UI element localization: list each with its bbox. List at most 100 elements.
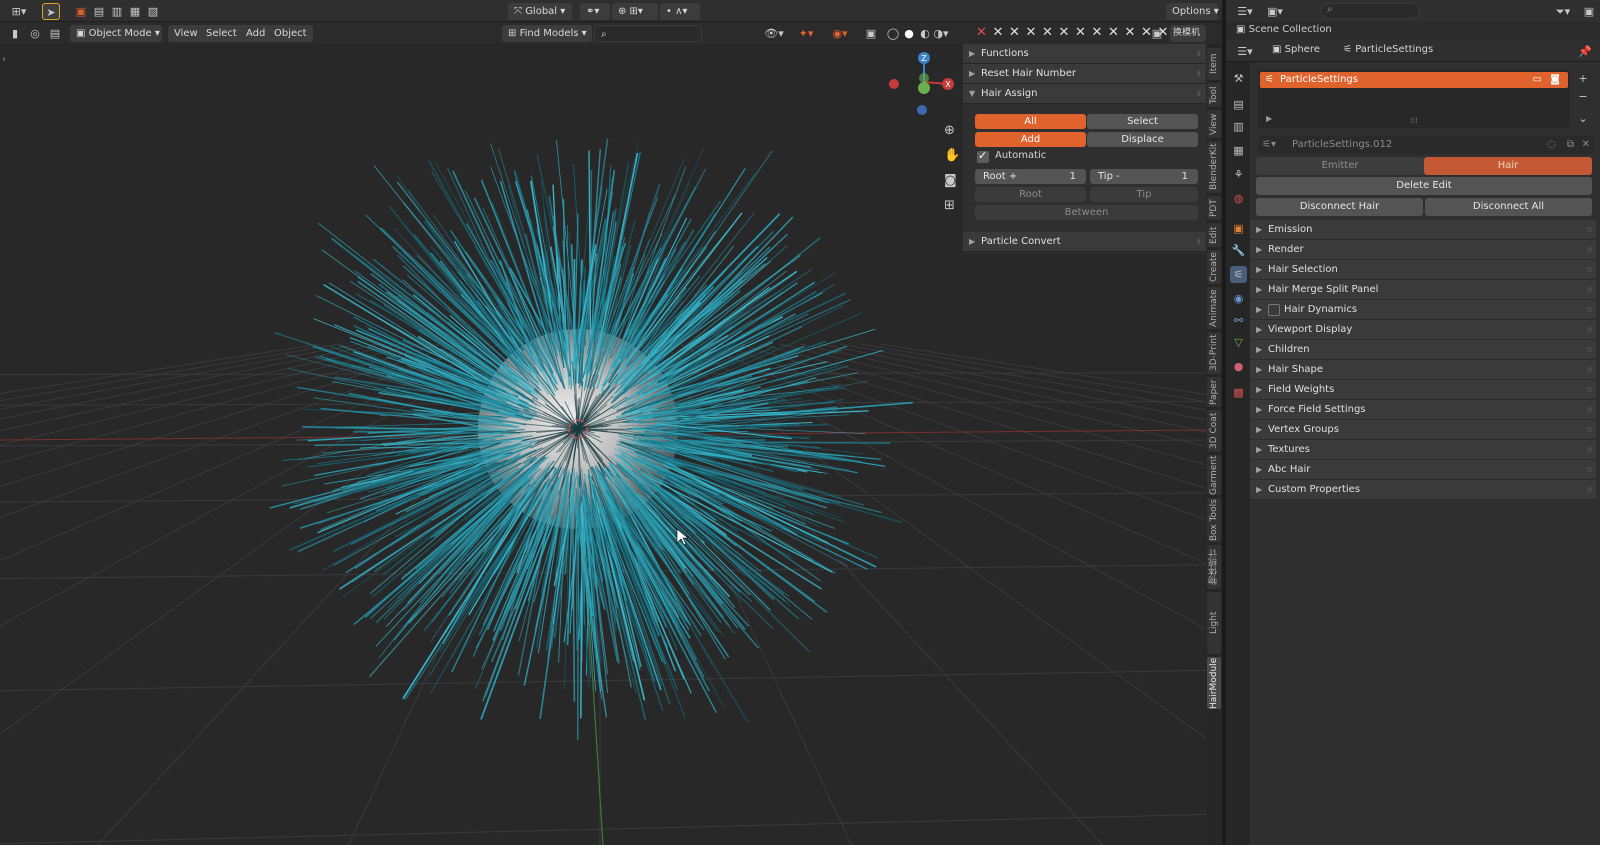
camera-view-icon[interactable]: ◎ <box>26 25 44 42</box>
options-dropdown[interactable]: Options ▾ <box>1166 3 1219 20</box>
addon-marker-icon[interactable]: ✕ <box>1009 24 1020 42</box>
all-button[interactable]: All <box>975 114 1086 129</box>
grip-icon[interactable]: ⁞⁞ <box>1587 260 1592 280</box>
sidebar-tab-13[interactable]: Box Tools <box>1207 498 1221 542</box>
addon-marker-icon[interactable]: ✕ <box>976 24 987 42</box>
grip-icon[interactable]: ⁞⁞ <box>1587 480 1592 500</box>
select-tool-icon[interactable]: ➤ <box>42 3 60 20</box>
addon-marker-icon[interactable]: ✕ <box>1042 24 1053 42</box>
select-box-icon[interactable]: ▣ <box>72 3 90 20</box>
grip-icon[interactable]: ⁞⁞ <box>1587 300 1592 320</box>
addon-marker-icon[interactable]: ✕ <box>1125 24 1136 42</box>
add-slot-icon[interactable]: + <box>1574 70 1592 87</box>
section-render[interactable]: ▶ Render ⁞⁞ <box>1250 240 1596 260</box>
scene-tab-icon[interactable]: ⚘ <box>1230 166 1247 183</box>
scene-collection-row[interactable]: ▣ Scene Collection <box>1236 24 1332 35</box>
visibility-dropdown-icon[interactable]: 👁▾ <box>760 25 788 42</box>
toolbar-expand-icon[interactable]: › <box>2 54 6 65</box>
editor-type-icon[interactable]: ⊞▾ <box>6 3 32 20</box>
grip-icon[interactable]: ⁞⁞ <box>1587 360 1592 380</box>
grip-icon[interactable]: ⁞⁞ <box>1197 44 1201 64</box>
sidebar-tab-11[interactable]: 3D Coat <box>1207 410 1221 452</box>
section-hair-merge-split-panel[interactable]: ▶ Hair Merge Split Panel ⁞⁞ <box>1250 280 1596 300</box>
overlays-toggle-icon[interactable]: ◉▾ <box>826 25 854 42</box>
transform-orientation-dropdown[interactable]: ⤧ Global ▾ <box>508 3 572 20</box>
sidebar-tab-14[interactable]: 物体统计 <box>1207 545 1221 589</box>
sidebar-tab-16[interactable]: HairModule <box>1207 657 1221 709</box>
particles-tab-icon[interactable]: ⚟ <box>1230 266 1247 283</box>
section-custom-properties[interactable]: ▶ Custom Properties ⁞⁞ <box>1250 480 1596 500</box>
grip-icon[interactable]: ⁞⁞ <box>1587 460 1592 480</box>
grip-icon[interactable]: ⁞⁞ <box>1587 240 1592 260</box>
navigation-gizmo[interactable]: Z X <box>889 52 954 115</box>
addon-marker-icon[interactable]: ✕ <box>1092 24 1103 42</box>
panel-functions[interactable]: ▶ Functions ⁞⁞ <box>963 44 1206 64</box>
panel-reset-hair-number[interactable]: ▶ Reset Hair Number ⁞⁞ <box>963 64 1206 84</box>
data-tab-icon[interactable]: ▽ <box>1230 334 1247 351</box>
sidebar-tab-12[interactable]: Garment <box>1207 455 1221 495</box>
list-resize-grip-icon[interactable]: ⁞⁞⁞ <box>1410 116 1418 125</box>
texture-tab-icon[interactable]: ▩ <box>1230 384 1247 401</box>
grip-icon[interactable]: ⁞⁞ <box>1587 420 1592 440</box>
root-button[interactable]: Root <box>975 187 1086 202</box>
section-force-field-settings[interactable]: ▶ Force Field Settings ⁞⁞ <box>1250 400 1596 420</box>
section-vertex-groups[interactable]: ▶ Vertex Groups ⁞⁞ <box>1250 420 1596 440</box>
shading-rendered-icon[interactable]: ◑▾ <box>932 25 950 42</box>
emitter-toggle[interactable]: Emitter <box>1256 157 1424 175</box>
section-abc-hair[interactable]: ▶ Abc Hair ⁞⁞ <box>1250 460 1596 480</box>
modifier-tab-icon[interactable]: 🔧 <box>1230 242 1247 259</box>
new-collection-icon[interactable]: ▣ <box>1580 3 1598 20</box>
xray-toggle-icon[interactable]: ▣ <box>862 25 880 42</box>
sidebar-tab-2[interactable]: Tool <box>1207 83 1221 107</box>
output-tab-icon[interactable]: ▥ <box>1230 118 1247 135</box>
addon-marker-icon[interactable]: ✕ <box>1059 24 1070 42</box>
find-models-dropdown[interactable]: ⊞ Find Models ▾ <box>502 25 592 42</box>
grip-icon[interactable]: ⁞⁞ <box>1587 220 1592 240</box>
settings-browse-icon[interactable]: ⚟▾ <box>1262 136 1276 154</box>
proportional-dropdown[interactable]: • ∧▾ <box>660 3 700 20</box>
remove-slot-icon[interactable]: − <box>1574 88 1592 105</box>
select-intersect-icon[interactable]: ▧ <box>144 3 162 20</box>
display-mode-icon[interactable]: ▣▾ <box>1262 3 1288 20</box>
constraints-tab-icon[interactable]: ⚯ <box>1230 312 1247 329</box>
section-hair-selection[interactable]: ▶ Hair Selection ⁞⁞ <box>1250 260 1596 280</box>
section-children[interactable]: ▶ Children ⁞⁞ <box>1250 340 1596 360</box>
delete-edit-button[interactable]: Delete Edit <box>1256 177 1592 195</box>
list-expand-icon[interactable]: ▶ <box>1266 114 1272 123</box>
add-button[interactable]: Add <box>975 132 1086 147</box>
section-hair-shape[interactable]: ▶ Hair Shape ⁞⁞ <box>1250 360 1596 380</box>
filter-icon[interactable]: ⏷▾ <box>1550 3 1576 20</box>
sidebar-tab-8[interactable]: Animate <box>1207 287 1221 329</box>
grip-icon[interactable]: ⁞⁞ <box>1587 440 1592 460</box>
addon-marker-icon[interactable]: ✕ <box>1108 24 1119 42</box>
tool-tab-icon[interactable]: ⚒ <box>1230 70 1247 87</box>
pin-icon[interactable]: 📌 <box>1576 43 1594 60</box>
breadcrumb-particles[interactable]: ParticleSettings <box>1355 44 1433 55</box>
grip-icon[interactable]: ⁞⁞ <box>1587 400 1592 420</box>
unlink-icon[interactable]: ✕ <box>1582 136 1590 154</box>
sidebar-tab-1[interactable]: Item <box>1207 48 1221 80</box>
grip-icon[interactable]: ⁞⁞ <box>1587 320 1592 340</box>
sidebar-tab-10[interactable]: Paper <box>1207 377 1221 407</box>
screen-icon[interactable]: ▣ <box>1148 25 1166 42</box>
viewport-visibility-icon[interactable]: ▭ <box>1533 72 1542 88</box>
viewport-search-input[interactable]: ⌕ <box>594 25 702 42</box>
world-tab-icon[interactable]: ◍ <box>1230 190 1247 207</box>
sidebar-tab-15[interactable]: Light Manager <box>1207 592 1233 654</box>
settings-datablock[interactable]: ⚟▾ ParticleSettings.012 ◌ ⧉ ✕ <box>1258 136 1594 154</box>
panel-particle-convert[interactable]: ▶ Particle Convert ⁞⁞ <box>963 232 1206 252</box>
grip-icon[interactable]: ⁞⁞ <box>1197 232 1201 252</box>
fake-user-icon[interactable]: ◌ <box>1547 136 1556 154</box>
outliner-search-input[interactable]: ⌕ <box>1320 3 1420 19</box>
select-button[interactable]: Select <box>1087 114 1198 129</box>
section-viewport-display[interactable]: ▶ Viewport Display ⁞⁞ <box>1250 320 1596 340</box>
hair-toggle[interactable]: Hair <box>1424 157 1592 175</box>
bookmark-icon[interactable]: ▮ <box>6 25 24 42</box>
mode-dropdown[interactable]: ▣ Object Mode ▾ <box>70 25 162 42</box>
section-field-weights[interactable]: ▶ Field Weights ⁞⁞ <box>1250 380 1596 400</box>
pivot-dropdown[interactable]: ⚭▾ <box>580 3 610 20</box>
render-visibility-icon[interactable]: ◙ <box>1550 72 1560 88</box>
select-extend-icon[interactable]: ▤ <box>90 3 108 20</box>
displace-button[interactable]: Displace <box>1087 132 1198 147</box>
gizmo-toggle-icon[interactable]: ✦▾ <box>792 25 820 42</box>
